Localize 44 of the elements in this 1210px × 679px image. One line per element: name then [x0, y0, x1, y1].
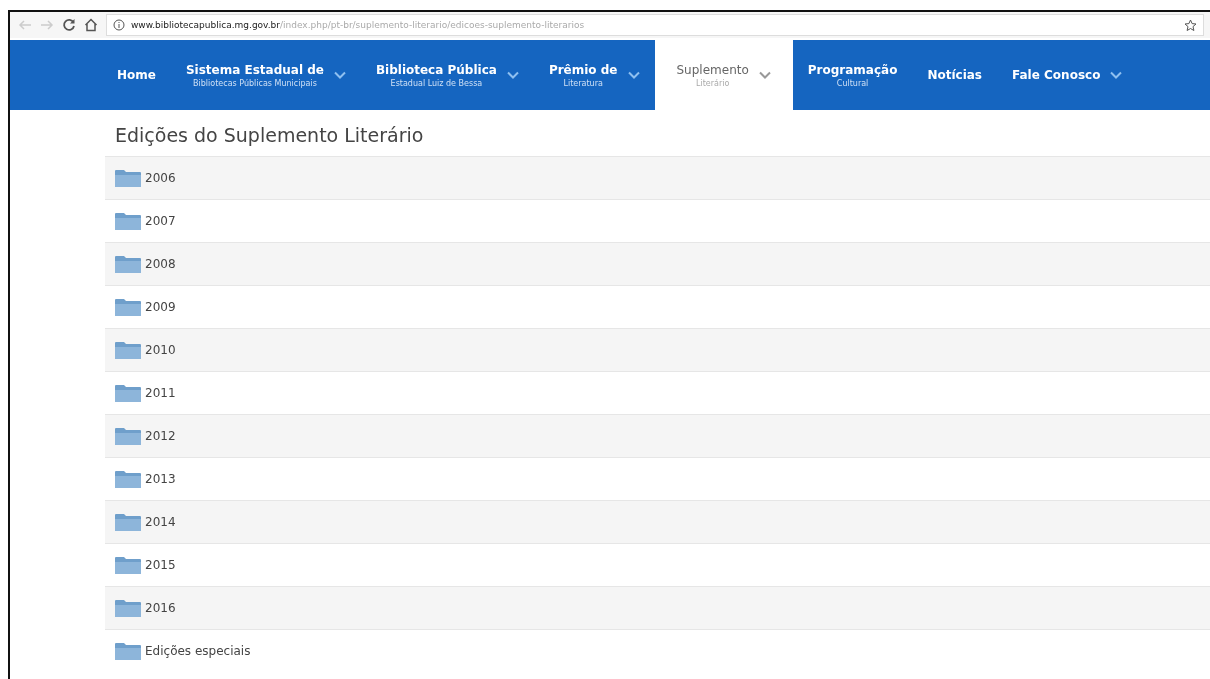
folder-link[interactable]: 2006 [145, 171, 176, 185]
folder-link[interactable]: Edições especiais [145, 644, 251, 658]
folder-link[interactable]: 2010 [145, 343, 176, 357]
nav-item[interactable]: Biblioteca Pública Estadual Luiz de Bessa [360, 40, 534, 110]
folder-link[interactable]: 2016 [145, 601, 176, 615]
folder-link[interactable]: 2009 [145, 300, 176, 314]
nav-item[interactable]: Home [102, 40, 171, 110]
nav-item[interactable]: Fale Conosco [997, 40, 1138, 110]
folder-link[interactable]: 2014 [145, 515, 176, 529]
chevron-down-icon[interactable] [333, 71, 346, 79]
folder-icon [115, 212, 141, 230]
folder-link[interactable]: 2012 [145, 429, 176, 443]
folder-icon [115, 599, 141, 617]
folder-icon [115, 341, 141, 359]
chevron-down-icon[interactable] [1110, 71, 1123, 79]
star-icon[interactable] [1184, 18, 1197, 32]
nav-item[interactable]: Programação Cultural [792, 40, 913, 110]
chevron-down-icon[interactable] [758, 71, 771, 79]
info-icon[interactable] [113, 19, 125, 31]
chevron-down-icon[interactable] [627, 71, 640, 79]
nav-item[interactable]: Notícias [912, 40, 997, 110]
nav-item[interactable]: Sistema Estadual de Bibliotecas Públicas Municipais [170, 40, 361, 110]
folder-icon [115, 255, 141, 273]
folder-link[interactable]: 2008 [145, 257, 176, 271]
nav-item[interactable]: Prêmio de Literatura [533, 40, 655, 110]
chevron-down-icon[interactable] [506, 71, 519, 79]
folder-icon [115, 642, 141, 660]
folder-link[interactable]: 2013 [145, 472, 176, 486]
folder-icon [115, 384, 141, 402]
folder-icon [115, 470, 141, 488]
folder-link[interactable]: 2007 [145, 214, 176, 228]
reload-icon[interactable] [62, 18, 76, 32]
url-text: www.bibliotecapublica.mg.gov.br/index.php/pt-br/suplemento-literario/edicoes-suplemento-literarios [131, 20, 585, 30]
folder-icon [115, 556, 141, 574]
folder-icon [115, 298, 141, 316]
folder-icon [115, 427, 141, 445]
folder-icon [115, 513, 141, 531]
folder-link[interactable]: 2011 [145, 386, 176, 400]
address-bar[interactable]: www.bibliotecapublica.mg.gov.br/index.php/pt-br/suplemento-literario/edicoes-suplemento-literarios [106, 14, 1204, 36]
home-icon[interactable] [84, 18, 98, 32]
page-heading: Edições do Suplemento Literário [114, 123, 425, 148]
folder-icon [115, 169, 141, 187]
nav-item[interactable]: Suplemento Literário [654, 40, 793, 110]
folder-link[interactable]: 2015 [145, 558, 176, 572]
